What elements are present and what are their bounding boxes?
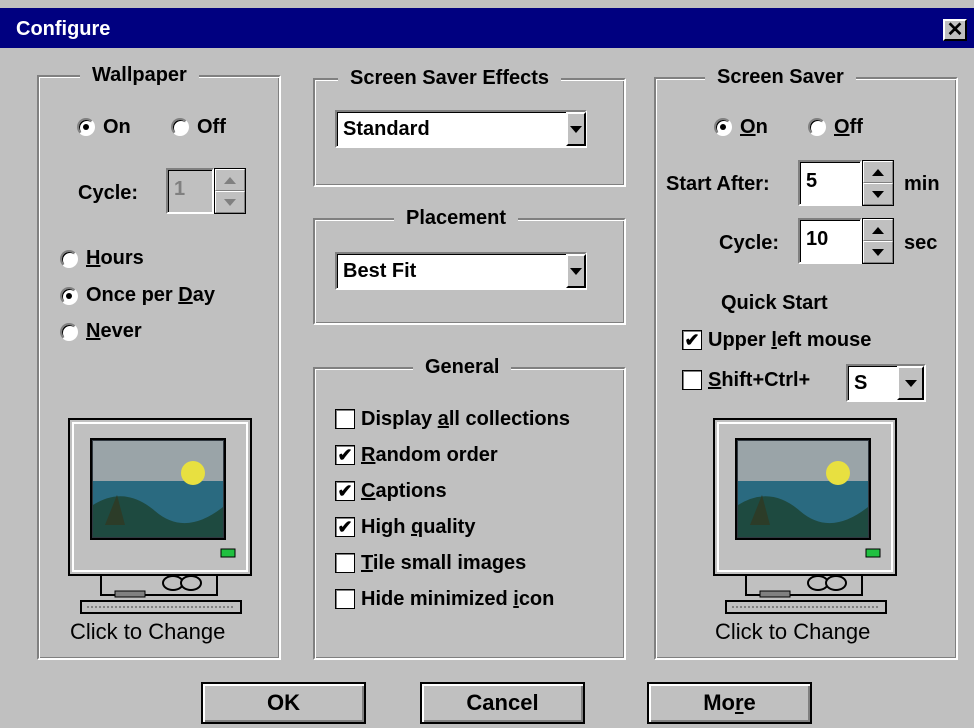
captions-label[interactable]: Captions xyxy=(361,479,447,503)
arrow-up-icon xyxy=(224,176,236,184)
screensaver-caption[interactable]: Click to Change xyxy=(715,619,870,645)
once-per-day-label[interactable]: Once per Day xyxy=(86,283,215,307)
spin-down-button[interactable] xyxy=(863,241,893,263)
more-button[interactable]: More xyxy=(647,682,812,724)
effects-dropdown-button[interactable] xyxy=(566,112,586,146)
wallpaper-caption[interactable]: Click to Change xyxy=(70,619,225,645)
screensaver-off-label[interactable]: Off xyxy=(834,115,863,139)
hide-minimized-icon-label[interactable]: Hide minimized icon xyxy=(361,587,554,611)
spin-up-button[interactable] xyxy=(215,169,245,191)
wallpaper-cycle-label: Cycle: xyxy=(78,182,139,204)
ss-cycle-label: Cycle: xyxy=(719,232,780,254)
upper-left-mouse-label[interactable]: Upper left mouse xyxy=(708,328,871,352)
start-after-spinner[interactable] xyxy=(862,160,894,206)
start-after-unit: min xyxy=(904,173,940,195)
monitor-icon xyxy=(713,418,897,614)
wallpaper-group-title: Wallpaper xyxy=(80,63,199,87)
ok-button[interactable]: OK xyxy=(201,682,366,724)
high-quality-label[interactable]: High quality xyxy=(361,515,475,539)
arrow-up-icon xyxy=(872,168,884,176)
screensaver-preview-button[interactable] xyxy=(710,415,900,615)
spin-down-button[interactable] xyxy=(863,183,893,205)
screensaver-off-radio[interactable] xyxy=(808,118,826,136)
spin-down-button[interactable] xyxy=(215,191,245,213)
wallpaper-on-label[interactable]: On xyxy=(103,115,131,139)
never-radio[interactable] xyxy=(60,323,78,341)
window-title: Configure xyxy=(16,18,111,40)
wallpaper-cycle-spinner[interactable] xyxy=(214,168,246,214)
captions-checkbox[interactable]: ✔ xyxy=(335,481,355,501)
arrow-up-icon xyxy=(872,226,884,234)
upper-left-mouse-checkbox[interactable]: ✔ xyxy=(682,330,702,350)
hours-radio[interactable] xyxy=(60,250,78,268)
hide-minimized-icon-checkbox[interactable] xyxy=(335,589,355,609)
quick-key-dropdown-button[interactable] xyxy=(897,366,924,400)
effects-select[interactable]: Standard xyxy=(335,110,587,148)
shift-ctrl-checkbox[interactable] xyxy=(682,370,702,390)
placement-dropdown-button[interactable] xyxy=(566,254,586,288)
placement-select[interactable]: Best Fit xyxy=(335,252,587,290)
placement-group-title: Placement xyxy=(394,206,519,230)
chevron-down-icon xyxy=(570,267,582,275)
display-all-collections-label[interactable]: Display all collections xyxy=(361,407,570,431)
chevron-down-icon xyxy=(904,379,917,387)
chevron-down-icon xyxy=(570,125,582,133)
screensaver-on-label[interactable]: On xyxy=(740,115,768,139)
close-button[interactable]: ✕ xyxy=(943,19,967,41)
wallpaper-off-radio[interactable] xyxy=(171,118,189,136)
close-icon: ✕ xyxy=(946,19,964,41)
spin-up-button[interactable] xyxy=(863,161,893,183)
tile-small-images-label[interactable]: Tile small images xyxy=(361,551,526,575)
general-group-title: General xyxy=(413,355,512,379)
never-label[interactable]: Never xyxy=(86,319,142,343)
start-after-label: Start After: xyxy=(666,173,770,195)
arrow-down-icon xyxy=(872,190,884,198)
once-per-day-radio[interactable] xyxy=(60,287,78,305)
effects-group-title: Screen Saver Effects xyxy=(338,66,562,90)
display-all-collections-checkbox[interactable] xyxy=(335,409,355,429)
high-quality-checkbox[interactable]: ✔ xyxy=(335,517,355,537)
wallpaper-off-label[interactable]: Off xyxy=(197,115,226,139)
cancel-button[interactable]: Cancel xyxy=(420,682,585,724)
arrow-down-icon xyxy=(224,198,236,206)
random-order-label[interactable]: Random order xyxy=(361,443,498,467)
quick-start-title: Quick Start xyxy=(721,292,828,314)
wallpaper-on-radio[interactable] xyxy=(77,118,95,136)
title-bar[interactable] xyxy=(0,8,974,48)
arrow-down-icon xyxy=(872,248,884,256)
monitor-icon xyxy=(68,418,252,614)
ss-cycle-input[interactable]: 10 xyxy=(798,218,862,264)
hours-label[interactable]: Hours xyxy=(86,246,144,270)
tile-small-images-checkbox[interactable] xyxy=(335,553,355,573)
ss-cycle-spinner[interactable] xyxy=(862,218,894,264)
shift-ctrl-label[interactable]: Shift+Ctrl+ xyxy=(708,368,810,392)
wallpaper-preview-button[interactable] xyxy=(65,415,255,615)
screensaver-on-radio[interactable] xyxy=(714,118,732,136)
screensaver-group-title: Screen Saver xyxy=(705,65,856,89)
wallpaper-cycle-input[interactable]: 1 xyxy=(166,168,214,214)
ss-cycle-unit: sec xyxy=(904,232,938,254)
spin-up-button[interactable] xyxy=(863,219,893,241)
start-after-input[interactable]: 5 xyxy=(798,160,862,206)
random-order-checkbox[interactable]: ✔ xyxy=(335,445,355,465)
